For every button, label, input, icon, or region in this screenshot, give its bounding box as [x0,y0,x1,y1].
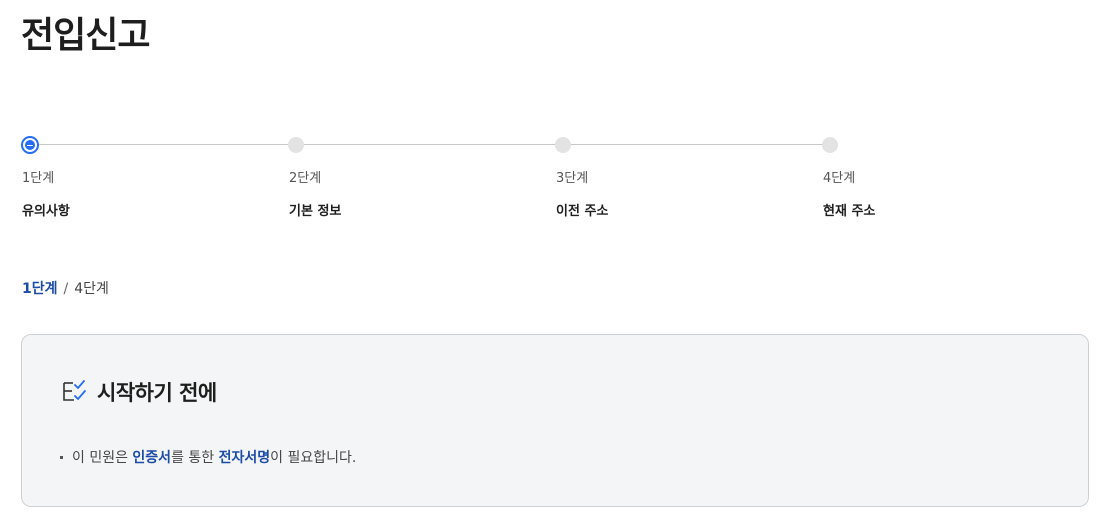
step-4-label: 현재 주소 [823,204,876,219]
step-4-number: 4단계 [823,171,856,186]
step-2-marker [288,137,304,153]
notice-header: 시작하기 전에 [62,377,217,407]
step-connector [563,144,830,145]
highlight-e-signature: 전자서명 [218,450,271,466]
step-3-label: 이전 주소 [556,204,609,219]
total-steps: 4단계 [74,281,109,297]
step-2-label: 기본 정보 [289,204,342,219]
current-step: 1단계 [22,281,58,297]
highlight-certificate: 인증서 [132,450,172,466]
step-1-marker [21,136,39,154]
step-4-marker [822,137,838,153]
step-3-marker [555,137,571,153]
notice-text-1: 이 민원은 [72,450,133,466]
step-2-number: 2단계 [289,171,322,186]
progress-separator: / [63,281,69,297]
step-1-label: 유의사항 [22,204,70,219]
step-3-number: 3단계 [556,171,589,186]
notice-item: 이 민원은 인증서 를 통한 전자서명 이 필요합니다. [60,447,356,467]
bullet-icon [60,455,63,459]
step-indicator: 1단계 2단계 3단계 4단계 유의사항 기본 정보 이전 주소 현재 주소 [0,0,1099,230]
step-progress: 1단계 / 4단계 [22,278,109,298]
checklist-icon [62,380,88,404]
before-start-notice: 시작하기 전에 이 민원은 인증서 를 통한 전자서명 이 필요합니다. [21,334,1089,507]
notice-title: 시작하기 전에 [97,381,217,405]
notice-text-2: 를 통한 [171,450,219,466]
notice-text-3: 이 필요합니다. [270,450,357,466]
step-1-number: 1단계 [22,171,55,186]
